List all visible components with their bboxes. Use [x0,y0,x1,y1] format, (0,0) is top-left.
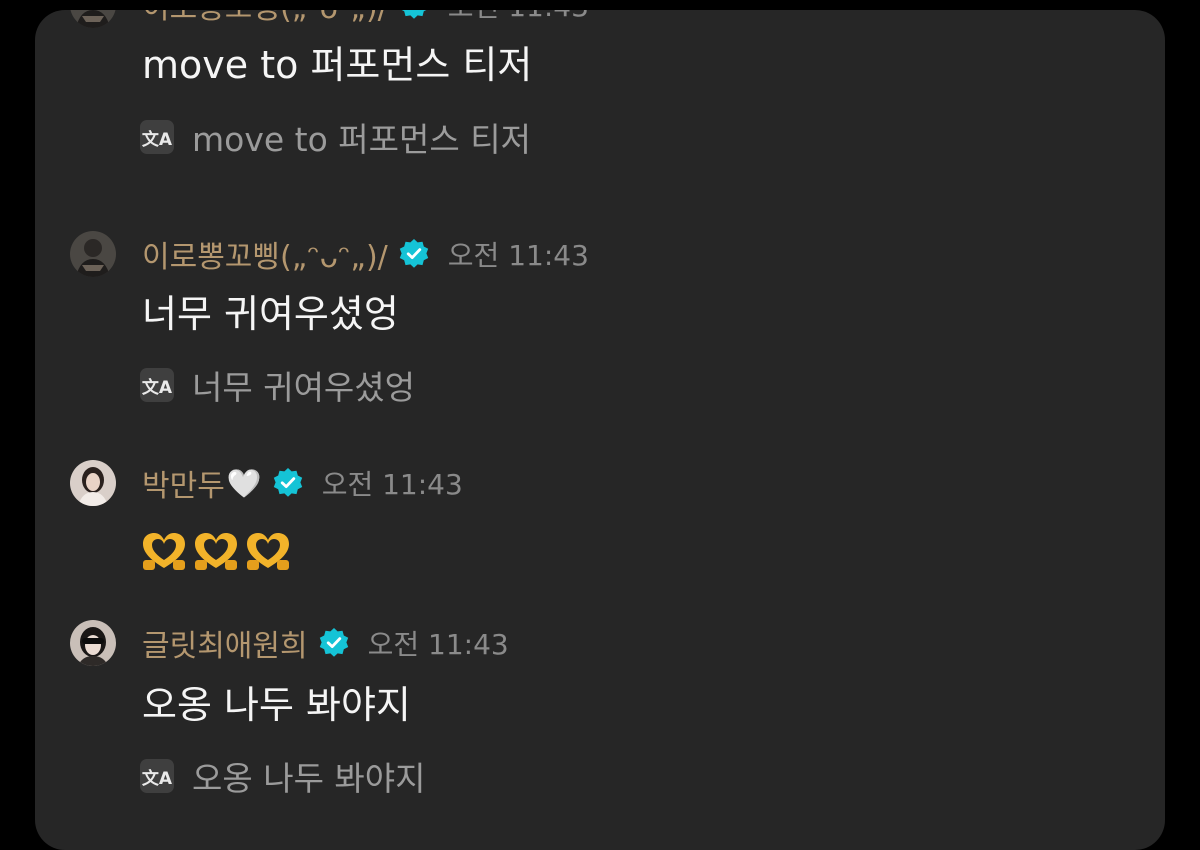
username[interactable]: 글릿최애원희 [142,621,308,665]
timestamp: 오전 11:43 [321,468,463,501]
translation-row[interactable]: 文A 너무 귀여우셨엉 [140,361,415,409]
translate-icon[interactable]: 文A [140,120,174,154]
translation-text: 너무 귀여우셨엉 [192,368,416,407]
heart-hands-icon [247,533,289,570]
avatar[interactable] [70,10,116,28]
heart-hands-icon [143,533,185,570]
timestamp: 오전 11:43 [447,239,589,272]
avatar[interactable] [70,231,116,277]
verified-badge-icon [401,10,427,19]
message-header: 글릿최애원희 오전 11:43 [142,621,509,665]
translation-row[interactable]: 文A 오옹 나두 봐야지 [140,752,426,800]
avatar[interactable] [70,620,116,666]
message-text[interactable]: 오옹 나두 봐야지 [142,674,411,729]
timestamp: 오전 11:43 [448,10,589,25]
username[interactable]: 이로뽕꼬삥(„ᵔᴗᵔ„)/ [142,10,388,27]
message-text[interactable]: 너무 귀여우셨엉 [142,283,399,338]
translation-text: 오옹 나두 봐야지 [192,759,426,798]
verified-badge-icon [273,468,302,497]
white-heart-icon: 🤍 [226,466,262,500]
username[interactable]: 박만두 [142,461,225,505]
translate-icon[interactable]: 文A [140,368,174,402]
message-text[interactable]: move to 퍼포먼스 티저 [142,34,532,89]
verified-badge-icon [399,239,428,268]
translate-icon[interactable]: 文A [140,759,174,793]
translation-row[interactable]: 文A move to 퍼포먼스 티저 [140,113,531,161]
username[interactable]: 이로뽕꼬삥(„ᵔᴗᵔ„)/ [142,232,388,276]
emoji-message[interactable] [140,530,292,572]
timestamp: 오전 11:43 [367,628,509,661]
chat-panel: 이로뽕꼬삥(„ᵔᴗᵔ„)/ 오전 11:43 move to 퍼포먼스 티저 文… [35,10,1165,850]
translation-text: move to 퍼포먼스 티저 [192,120,531,159]
avatar[interactable] [70,460,116,506]
message-header: 박만두 🤍 오전 11:43 [142,461,463,505]
verified-badge-icon [319,628,348,657]
heart-hands-icon [195,533,237,570]
message-header: 이로뽕꼬삥(„ᵔᴗᵔ„)/ 오전 11:43 [142,232,589,276]
message-header: 이로뽕꼬삥(„ᵔᴗᵔ„)/ 오전 11:43 [142,10,589,27]
